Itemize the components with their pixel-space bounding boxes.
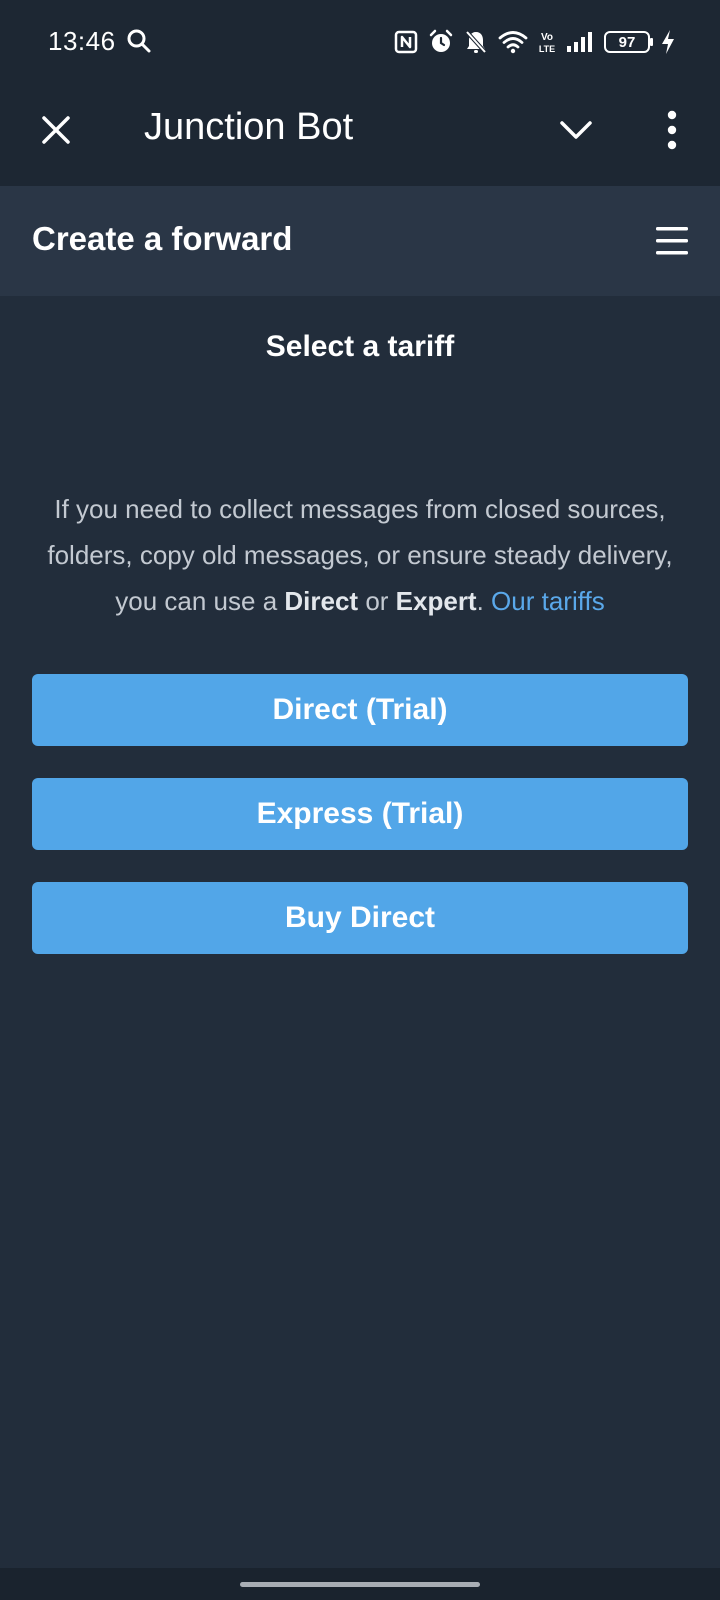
buy-direct-button[interactable]: Buy Direct [32,882,688,954]
direct-trial-button[interactable]: Direct (Trial) [32,674,688,746]
close-icon[interactable] [36,110,76,150]
navigation-bar [0,1568,720,1600]
battery-icon: 97 [604,31,653,53]
volte-icon: Vo LTE [539,32,555,54]
description-direct: Direct [284,586,359,616]
signal-icon [567,32,592,52]
section-title: Select a tariff [265,330,455,363]
web-header: Create a forward [0,186,720,296]
svg-text:Vo: Vo [541,32,553,43]
description-expert: Expert [395,586,477,616]
status-bar: 13:46 Vo LTE 97 [0,0,720,82]
express-trial-button[interactable]: Express (Trial) [32,778,688,850]
status-icons: Vo LTE 97 [394,26,676,58]
bell-off-icon [465,30,487,54]
alarm-icon [429,29,453,52]
charging-icon [662,30,674,54]
status-time: 13:46 [48,26,116,56]
description-text-3: . [476,586,492,616]
svg-text:LTE: LTE [539,44,555,54]
wifi-icon [498,31,528,54]
chevron-down-icon[interactable] [556,110,596,150]
hamburger-menu-icon[interactable] [654,224,690,258]
page-title: Create a forward [32,220,293,257]
description-text-2: or [358,586,396,616]
search-icon [127,29,151,53]
tariff-description: If you need to collect messages from clo… [40,486,680,624]
nfc-icon [394,30,418,54]
main-content: Select a tariff If you need to collect m… [0,296,720,1568]
battery-level: 97 [618,33,636,51]
app-title: Junction Bot [144,106,354,148]
app-bar: Junction Bot [0,82,720,186]
more-vertical-icon[interactable] [650,106,694,154]
our-tariffs-link[interactable]: Our tariffs [491,586,605,616]
home-indicator[interactable] [240,1582,480,1587]
